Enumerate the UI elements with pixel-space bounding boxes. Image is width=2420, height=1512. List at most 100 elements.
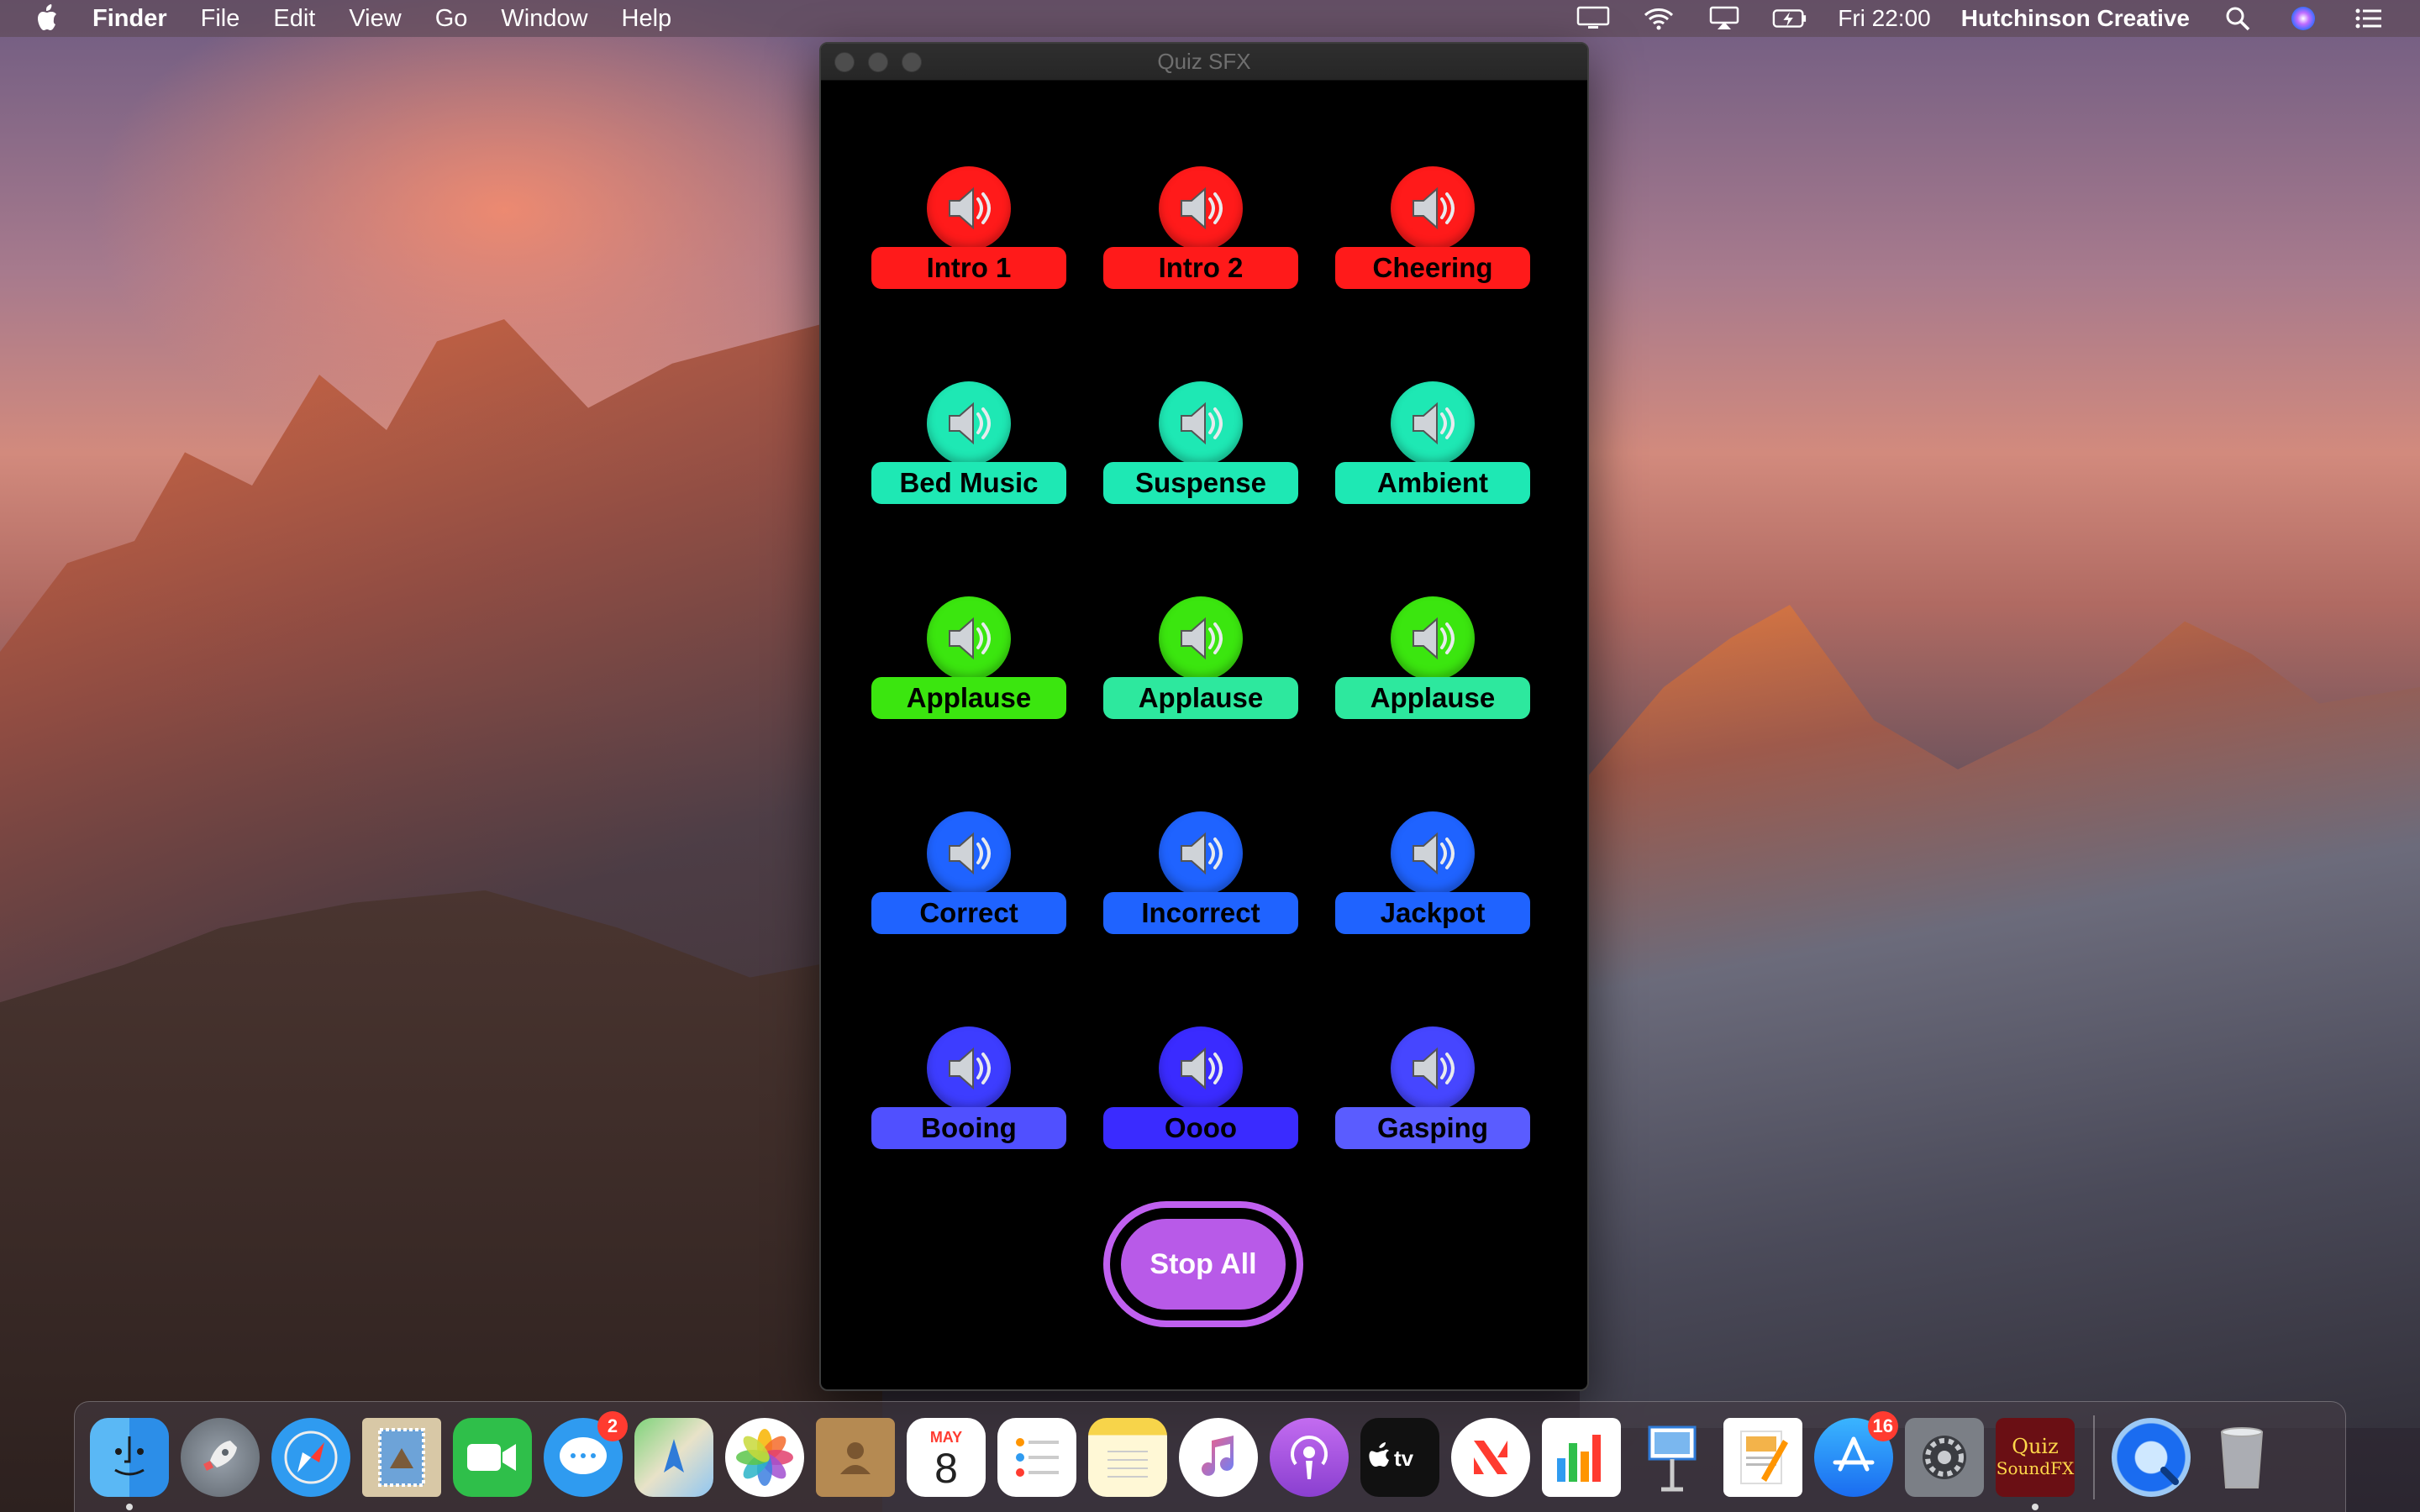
contacts-icon[interactable]	[816, 1417, 895, 1497]
sfx-button-applause-1[interactable]: Applause	[871, 596, 1066, 749]
display-icon[interactable]	[1576, 6, 1611, 31]
sfx-label: Bed Music	[871, 462, 1066, 504]
stop-all-ring: Stop All	[1103, 1201, 1303, 1327]
menu-help[interactable]: Help	[622, 5, 672, 33]
sfx-label: Intro 1	[871, 247, 1066, 289]
keynote-icon[interactable]	[1633, 1418, 1712, 1497]
sfx-button-applause-2[interactable]: Applause	[1103, 596, 1298, 749]
trash-icon[interactable]	[2202, 1418, 2281, 1497]
notification-center-icon[interactable]	[2351, 6, 2386, 31]
wifi-icon[interactable]	[1641, 6, 1676, 31]
window-title: Quiz SFX	[1157, 49, 1251, 74]
sfx-label: Ambient	[1335, 462, 1530, 504]
spotlight-search-icon[interactable]	[2220, 6, 2255, 31]
sfx-button-bed-music[interactable]: Bed Music	[871, 381, 1066, 534]
sfx-label: Suspense	[1103, 462, 1298, 504]
sfx-button-suspense[interactable]: Suspense	[1103, 381, 1298, 534]
sfx-label: Incorrect	[1103, 892, 1298, 934]
menu-bar: Finder File Edit View Go Window Help Fri…	[0, 0, 2420, 37]
speaker-icon	[1391, 166, 1475, 250]
speaker-icon	[1159, 1026, 1243, 1110]
dock: 2 MAY 8 tv 16 Quiz SoundFX	[74, 1401, 2346, 1512]
speaker-icon	[1159, 596, 1243, 680]
sfx-label: Applause	[1103, 677, 1298, 719]
sfx-label: Oooo	[1103, 1107, 1298, 1149]
app-store-badge: 16	[1867, 1410, 1898, 1441]
stamp-icon[interactable]	[362, 1417, 441, 1497]
speaker-icon	[927, 811, 1011, 895]
sfx-button-cheering[interactable]: Cheering	[1335, 166, 1530, 319]
sfx-button-ambient[interactable]: Ambient	[1335, 381, 1530, 534]
menu-clock[interactable]: Fri 22:00	[1838, 5, 1931, 32]
rocket-icon[interactable]	[181, 1417, 260, 1497]
chat-bubble-icon[interactable]: 2	[544, 1410, 628, 1497]
tv-icon[interactable]: tv	[1360, 1417, 1439, 1497]
gear-icon[interactable]	[1905, 1417, 1984, 1497]
battery-icon[interactable]	[1772, 6, 1807, 31]
calendar-month: MAY	[929, 1429, 963, 1446]
siri-icon[interactable]	[2286, 6, 2321, 31]
finder-icon[interactable]	[90, 1417, 169, 1510]
sfx-label: Cheering	[1335, 247, 1530, 289]
apple-menu-icon[interactable]	[34, 4, 67, 33]
sound-button-grid: Intro 1 Intro 2 Cheering Bed Music Suspe…	[871, 166, 1540, 1179]
sfx-button-gasping[interactable]: Gasping	[1335, 1026, 1530, 1179]
map-icon[interactable]	[634, 1417, 713, 1497]
speaker-icon	[1159, 811, 1243, 895]
speaker-icon	[1159, 381, 1243, 465]
menu-file[interactable]: File	[201, 5, 240, 33]
menu-user-name[interactable]: Hutchinson Creative	[1961, 5, 2190, 32]
speaker-icon	[927, 596, 1011, 680]
speaker-icon	[927, 381, 1011, 465]
stop-all-button[interactable]: Stop All	[1121, 1219, 1286, 1310]
menu-app-name[interactable]: Finder	[92, 5, 167, 33]
reminders-icon[interactable]	[997, 1417, 1076, 1497]
sfx-button-jackpot[interactable]: Jackpot	[1335, 811, 1530, 964]
quicktime-icon[interactable]	[2112, 1417, 2191, 1497]
pages-icon[interactable]	[1723, 1417, 1802, 1497]
sfx-label: Applause	[1335, 677, 1530, 719]
speaker-icon	[1391, 811, 1475, 895]
menu-view[interactable]: View	[349, 5, 401, 33]
running-indicator	[126, 1503, 133, 1510]
app-store-icon[interactable]: 16	[1814, 1410, 1898, 1497]
sfx-button-booing[interactable]: Booing	[871, 1026, 1066, 1179]
speaker-icon	[1159, 166, 1243, 250]
calendar-day: 8	[934, 1445, 958, 1492]
running-indicator	[2032, 1503, 2039, 1510]
menu-window[interactable]: Window	[501, 5, 587, 33]
quiz-soundfx-icon[interactable]: Quiz SoundFX	[1996, 1417, 2075, 1510]
sfx-button-intro-1[interactable]: Intro 1	[871, 166, 1066, 319]
speaker-icon	[927, 166, 1011, 250]
music-note-icon[interactable]	[1179, 1417, 1258, 1497]
video-icon[interactable]	[453, 1417, 532, 1497]
photos-icon[interactable]	[725, 1417, 804, 1497]
menu-edit[interactable]: Edit	[273, 5, 315, 33]
window-titlebar[interactable]: Quiz SFX	[821, 44, 1587, 81]
messages-badge: 2	[597, 1410, 628, 1441]
wallpaper-mountain-left	[0, 319, 840, 1428]
compass-icon[interactable]	[271, 1417, 350, 1497]
podcast-icon[interactable]	[1270, 1417, 1349, 1497]
sfx-button-applause-3[interactable]: Applause	[1335, 596, 1530, 749]
sfx-label: Correct	[871, 892, 1066, 934]
notes-icon[interactable]	[1088, 1417, 1167, 1497]
sfx-button-incorrect[interactable]: Incorrect	[1103, 811, 1298, 964]
sfx-label: Intro 2	[1103, 247, 1298, 289]
soundfx-label: SoundFX	[1996, 1457, 2075, 1478]
airplay-icon[interactable]	[1707, 6, 1742, 31]
calendar-icon[interactable]: MAY 8	[907, 1417, 986, 1497]
quiz-label: Quiz	[2012, 1434, 2059, 1458]
dock-separator	[2093, 1415, 2095, 1499]
news-icon[interactable]	[1451, 1417, 1530, 1497]
tv-label: tv	[1394, 1446, 1414, 1471]
speaker-icon	[1391, 596, 1475, 680]
speaker-icon	[1391, 1026, 1475, 1110]
sfx-button-correct[interactable]: Correct	[871, 811, 1066, 964]
menu-go[interactable]: Go	[435, 5, 468, 33]
sfx-label: Applause	[871, 677, 1066, 719]
sfx-button-intro-2[interactable]: Intro 2	[1103, 166, 1298, 319]
bar-chart-icon[interactable]	[1542, 1417, 1621, 1497]
sfx-label: Gasping	[1335, 1107, 1530, 1149]
sfx-button-oooo[interactable]: Oooo	[1103, 1026, 1298, 1179]
